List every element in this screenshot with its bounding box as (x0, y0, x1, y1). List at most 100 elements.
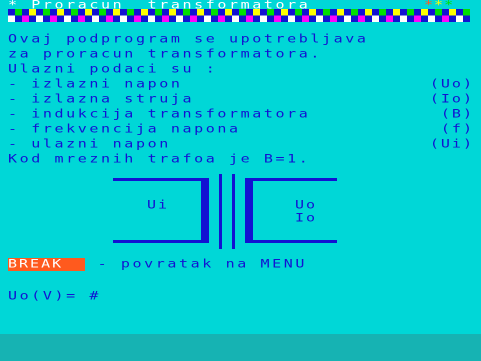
break-key-label: BREAK (8, 256, 64, 271)
stripe-cell (281, 9, 288, 16)
stripe-cell (71, 9, 78, 16)
stripe-cell (407, 15, 414, 22)
label-ui: Ui (147, 197, 170, 212)
stripe-cell (204, 15, 211, 22)
stripe-cell (379, 9, 386, 16)
stripe-cell (176, 15, 183, 22)
stripe-cell (400, 15, 407, 22)
border-bottom (0, 334, 481, 361)
param-code-f: (f) (440, 121, 474, 136)
stripe-cell (456, 15, 463, 22)
stripe-cell (414, 15, 421, 22)
stripe-cell (43, 9, 50, 16)
stripe-cell (316, 9, 323, 16)
param-text-b: - indukcija transformatora (8, 106, 311, 121)
stripe-cell (386, 9, 393, 16)
stripe-cell (323, 15, 330, 22)
stripe-cell (15, 15, 22, 22)
param-text-io: - izlazna struja (8, 91, 195, 106)
stripe-cell (127, 9, 134, 16)
stripe-cell (295, 15, 302, 22)
stripe-cell (211, 9, 218, 16)
stripe-cell (99, 9, 106, 16)
stripe-cell (183, 15, 190, 22)
stripe-cell (232, 9, 239, 16)
param-code-ui: (Ui) (429, 136, 474, 151)
stripe-cell (85, 15, 92, 22)
stripe-cell (134, 9, 141, 16)
stripe-cell (218, 9, 225, 16)
stripe-cell (8, 9, 15, 16)
stripe-cell (190, 15, 197, 22)
stripe-cell (379, 15, 386, 22)
stripe-cell (78, 15, 85, 22)
stripe-cell (253, 15, 260, 22)
label-io: Io (295, 210, 318, 225)
stripe-cell (246, 15, 253, 22)
stripe-cell (78, 9, 85, 16)
param-code-b: (B) (440, 106, 474, 121)
stripe-cell (358, 15, 365, 22)
core-line-1 (219, 174, 222, 249)
stripe-cell (337, 15, 344, 22)
input-prompt[interactable]: Uo(V)= # (8, 290, 101, 302)
stripe-cell (92, 9, 99, 16)
stripe-cell (428, 15, 435, 22)
stripe-cell (309, 15, 316, 22)
stripe-cell (351, 9, 358, 16)
stripe-cell (449, 15, 456, 22)
stripe-cell (99, 15, 106, 22)
stripe-cell (421, 9, 428, 16)
stripe-cell (197, 9, 204, 16)
stripe-cell (393, 9, 400, 16)
stripe-cell (141, 9, 148, 16)
stripe-cell (225, 9, 232, 16)
stripe-cell (85, 9, 92, 16)
stripe-cell (106, 15, 113, 22)
stripe-cell (239, 9, 246, 16)
stripe-cell (288, 9, 295, 16)
stripe-cell (204, 9, 211, 16)
stripe-cell (351, 15, 358, 22)
stripe-cell (435, 15, 442, 22)
stripe-cell (36, 15, 43, 22)
stripe-cell (176, 9, 183, 16)
stripe-cell (57, 9, 64, 16)
param-text-f: - frekvencija napona (8, 121, 241, 136)
intro-line-3: Ulazni podaci su : (8, 61, 218, 76)
stripe-cell (442, 15, 449, 22)
stripe-cell (148, 15, 155, 22)
stripe-cell (43, 15, 50, 22)
stripe-cell (330, 15, 337, 22)
input-cursor[interactable]: # (89, 288, 101, 302)
stripe-cell (71, 15, 78, 22)
primary-winding (201, 178, 209, 243)
stripe-cell (29, 15, 36, 22)
stripe-cell (232, 15, 239, 22)
spectrum-screen: * Proracun transformatora *** Ovaj podpr… (0, 0, 481, 361)
stripe-cell (190, 9, 197, 16)
stripe-cell (358, 9, 365, 16)
stripe-cell (169, 9, 176, 16)
stripe-cell (120, 15, 127, 22)
stripe-cell (211, 15, 218, 22)
stripe-cell (372, 9, 379, 16)
stripe-cell (134, 15, 141, 22)
stripe-cell (316, 15, 323, 22)
param-text-uo: - izlazni napon (8, 76, 183, 91)
stripe-cell (463, 9, 470, 16)
core-line-2 (232, 174, 235, 249)
stripe-cell (36, 9, 43, 16)
stripe-cell (295, 9, 302, 16)
stripe-cell (435, 9, 442, 16)
stripe-cell (260, 15, 267, 22)
stripe-cell (197, 15, 204, 22)
stripe-cell (267, 15, 274, 22)
secondary-winding (245, 178, 253, 243)
primary-bottom-wire (113, 240, 203, 243)
stripe-cell (344, 9, 351, 16)
stripe-cell (92, 15, 99, 22)
stripe-cell (281, 15, 288, 22)
stripe-cell (288, 15, 295, 22)
param-code-uo: (Uo) (429, 76, 474, 91)
